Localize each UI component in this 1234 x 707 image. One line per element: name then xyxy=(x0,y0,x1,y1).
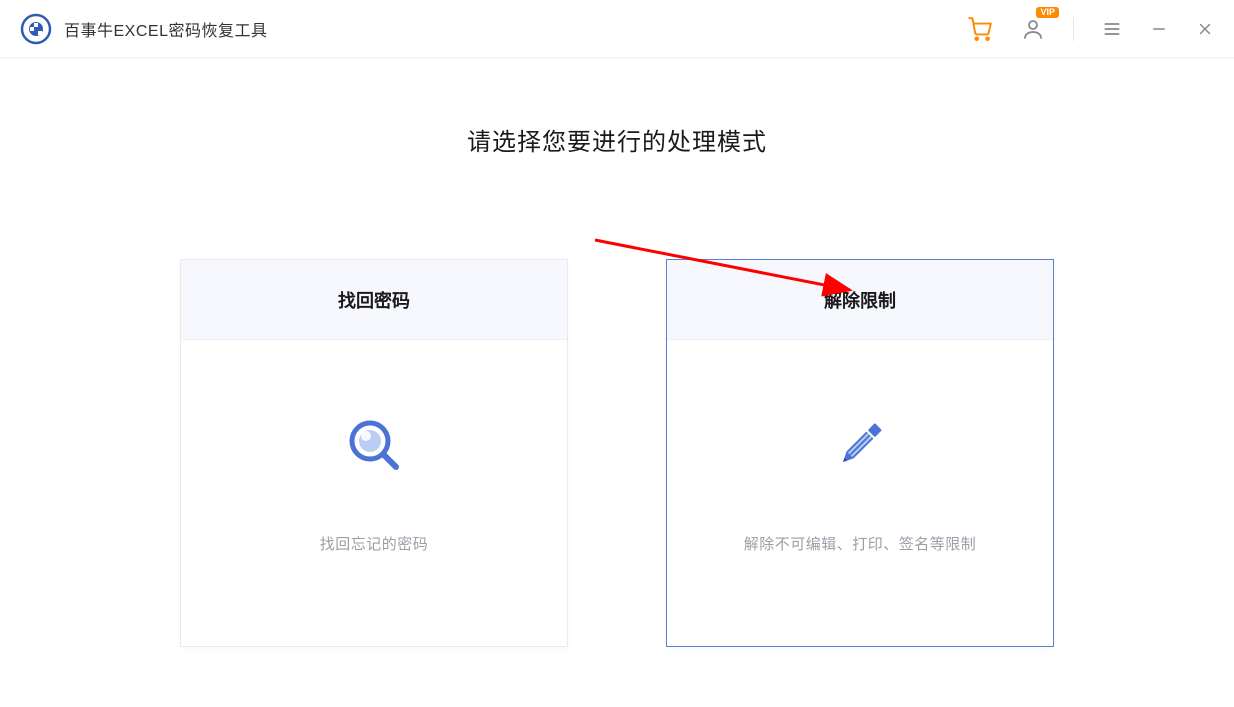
pencil-icon xyxy=(828,413,892,477)
card-body: 找回忘记的密码 xyxy=(181,340,567,646)
card-recover-password[interactable]: 找回密码 找回忘记的密码 xyxy=(180,259,568,647)
separator xyxy=(1073,17,1074,41)
magnifier-icon xyxy=(342,413,406,477)
user-icon[interactable]: VIP xyxy=(1017,13,1049,45)
vip-badge: VIP xyxy=(1036,7,1059,18)
card-container: 找回密码 找回忘记的密码 解除限制 xyxy=(0,259,1234,647)
cart-icon[interactable] xyxy=(963,12,997,46)
main-content: 请选择您要进行的处理模式 找回密码 找回忘记的密码 解除限制 xyxy=(0,58,1234,647)
minimize-button[interactable] xyxy=(1146,16,1172,42)
card-title: 找回密码 xyxy=(181,260,567,340)
app-logo-icon xyxy=(20,13,52,45)
titlebar-right: VIP xyxy=(963,12,1218,46)
card-remove-restriction[interactable]: 解除限制 解除不可编辑、打印、签名等限制 xyxy=(666,259,1054,647)
card-body: 解除不可编辑、打印、签名等限制 xyxy=(667,340,1053,646)
app-title: 百事牛EXCEL密码恢复工具 xyxy=(64,17,267,41)
page-title: 请选择您要进行的处理模式 xyxy=(0,122,1234,157)
card-title: 解除限制 xyxy=(667,260,1053,340)
menu-icon[interactable] xyxy=(1098,15,1126,43)
titlebar-left: 百事牛EXCEL密码恢复工具 xyxy=(20,13,267,45)
card-desc: 解除不可编辑、打印、签名等限制 xyxy=(744,533,977,554)
titlebar: 百事牛EXCEL密码恢复工具 VIP xyxy=(0,0,1234,58)
close-button[interactable] xyxy=(1192,16,1218,42)
card-desc: 找回忘记的密码 xyxy=(320,533,429,554)
